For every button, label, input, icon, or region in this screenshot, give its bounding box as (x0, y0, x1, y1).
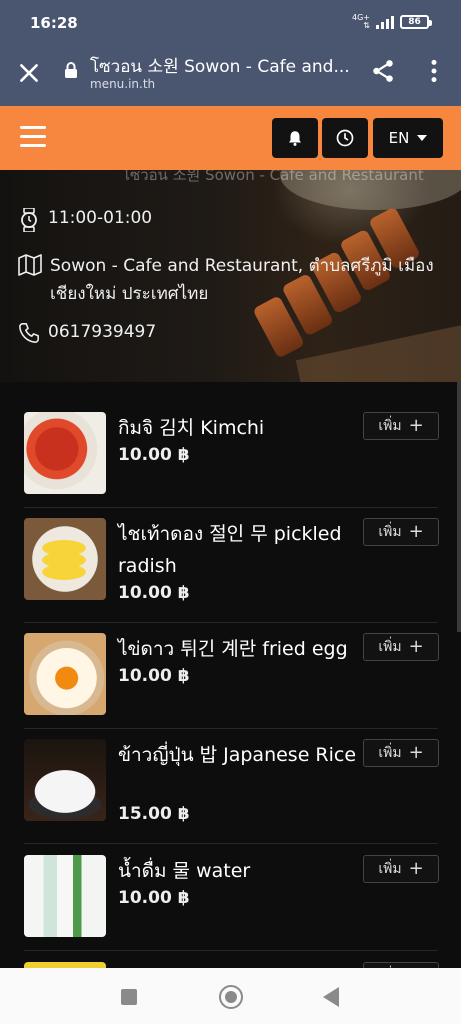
add-button[interactable]: เพิ่ม + (363, 518, 439, 546)
divider (24, 728, 438, 729)
lock-icon (65, 62, 77, 78)
watch-icon (21, 208, 37, 232)
menu-toggle-button[interactable] (20, 126, 48, 148)
signal-icon (376, 15, 394, 29)
bell-icon (289, 131, 301, 146)
hamburger-line (20, 126, 46, 129)
divider (24, 843, 438, 844)
item-photo (24, 412, 106, 494)
restaurant-banner: โซวอน 소원 Sowon - Cafe and Restaurant 11:… (0, 170, 461, 382)
hamburger-line (20, 144, 46, 147)
add-button-label: เพิ่ม (378, 418, 402, 434)
status-bar: 16:28 4G+ ⇅ 86 (0, 0, 461, 48)
back-button[interactable] (323, 987, 339, 1007)
plus-icon: + (408, 858, 424, 879)
hamburger-line (20, 135, 46, 138)
add-button-label: เพิ่ม (378, 861, 402, 877)
item-price: 10.00 ฿ (118, 888, 190, 908)
address-text: Sowon - Cafe and Restaurant, ตำบลศรีภูมิ… (50, 256, 434, 304)
item-name: กิมจิ 김치 Kimchi (118, 417, 265, 439)
add-button-label: เพิ่ม (378, 524, 402, 540)
share-icon[interactable] (370, 58, 396, 84)
add-button-label: เพิ่ม (378, 639, 402, 655)
system-nav-bar (0, 968, 461, 1024)
battery-icon: 86 (400, 15, 432, 29)
item-name: ไชเท้าดอง 절인 무 pickled radish (118, 523, 342, 577)
more-options-icon[interactable] (426, 58, 442, 84)
notification-button[interactable] (272, 118, 318, 158)
item-name: ข้าวญี่ปุ่น 밥 Japanese Rice (118, 744, 357, 766)
phone-text: 0617939497 (48, 322, 157, 342)
divider (24, 507, 438, 508)
caret-down-icon (417, 135, 428, 141)
clock-icon (336, 129, 354, 147)
phone-icon (19, 323, 39, 343)
browser-toolbar: โซวอน 소원 Sowon - Cafe and... menu.in.th (0, 48, 461, 106)
map-icon (18, 254, 42, 276)
site-header: EN (0, 106, 461, 170)
url-domain[interactable]: menu.in.th (90, 77, 155, 91)
plus-icon: + (408, 636, 424, 657)
divider (24, 950, 438, 951)
add-button[interactable]: เพิ่ม + (363, 412, 439, 440)
menu-list: กิมจิ 김치 Kimchi 10.00 ฿ เพิ่ม + ไชเท้าดอ… (0, 382, 461, 968)
add-button-label: เพิ่ม (378, 745, 402, 761)
add-button[interactable]: เพิ่ม + (363, 633, 439, 661)
item-photo (24, 633, 106, 715)
network-indicator: 4G+ ⇅ (352, 14, 370, 30)
battery-level: 86 (408, 17, 421, 27)
close-icon[interactable] (16, 60, 42, 86)
add-button[interactable]: เพิ่ม + (363, 855, 439, 883)
item-photo (24, 739, 106, 821)
opening-hours-text: 11:00-01:00 (48, 208, 153, 228)
item-price: 10.00 ฿ (118, 583, 190, 603)
item-photo (24, 855, 106, 937)
item-photo (24, 518, 106, 600)
opening-hours-button[interactable] (322, 118, 368, 158)
item-name: น้ำดื่ม 물 water (118, 860, 251, 882)
home-icon (225, 991, 237, 1003)
item-price: 15.00 ฿ (118, 804, 190, 824)
plus-icon: + (408, 742, 424, 763)
recents-button[interactable] (121, 989, 137, 1005)
data-arrows-icon: ⇅ (363, 21, 370, 30)
status-time: 16:28 (30, 14, 78, 32)
address[interactable]: Sowon - Cafe and Restaurant, ตำบลศรีภูมิ… (18, 252, 448, 308)
restaurant-name-faded: โซวอน 소원 Sowon - Cafe and Restaurant (122, 170, 424, 184)
scrollbar[interactable] (457, 382, 461, 632)
page-title[interactable]: โซวอน 소원 Sowon - Cafe and... (90, 52, 352, 80)
item-name: ไข่ดาว 튀긴 계란 fried egg (118, 638, 348, 660)
add-button[interactable]: เพิ่ม + (363, 739, 439, 767)
plus-icon: + (408, 521, 424, 542)
opening-hours: 11:00-01:00 (18, 208, 152, 232)
phone[interactable]: 0617939497 (18, 322, 156, 344)
divider (24, 622, 438, 623)
language-dropdown[interactable]: EN (373, 118, 443, 158)
item-price: 10.00 ฿ (118, 445, 190, 465)
item-price: 10.00 ฿ (118, 666, 190, 686)
language-label: EN (388, 129, 410, 147)
home-button[interactable] (219, 985, 243, 1009)
plus-icon: + (408, 415, 424, 436)
